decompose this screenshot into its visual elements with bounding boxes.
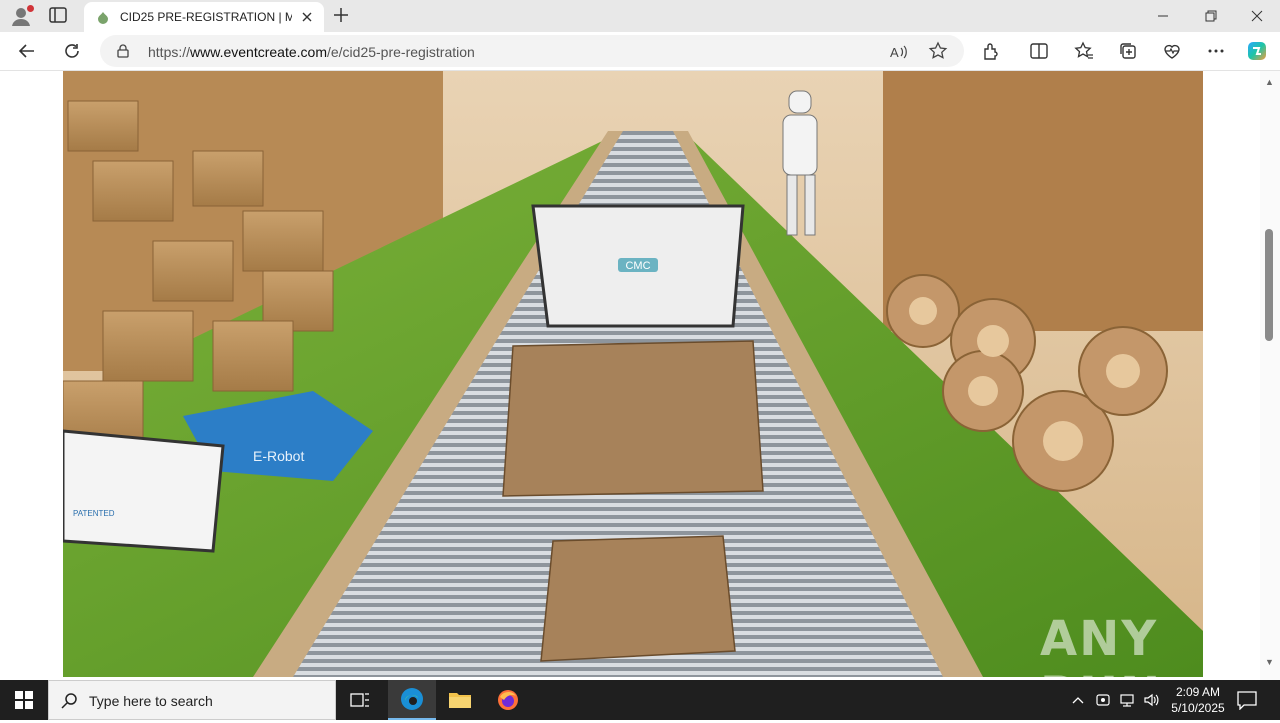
svg-text:E-Robot: E-Robot (253, 448, 304, 464)
collections-icon[interactable] (1117, 40, 1139, 62)
firefox-taskbar-app[interactable] (484, 680, 532, 720)
favorites-icon[interactable] (1073, 40, 1095, 62)
copilot-icon[interactable] (1246, 40, 1268, 62)
edge-taskbar-app[interactable] (388, 680, 436, 720)
svg-text:PATENTED: PATENTED (73, 509, 115, 518)
search-placeholder: Type here to search (89, 693, 213, 709)
security-tray-icon[interactable] (1093, 690, 1113, 710)
start-button[interactable] (0, 680, 48, 720)
task-view-icon (350, 693, 369, 707)
split-screen-icon[interactable] (1028, 40, 1050, 62)
edge-icon (401, 688, 423, 710)
read-aloud-icon[interactable]: A (888, 42, 908, 62)
svg-text:CMC: CMC (625, 260, 650, 272)
refresh-button[interactable] (61, 40, 83, 62)
more-options-icon[interactable] (1205, 40, 1227, 62)
clock-date: 5/10/2025 (1171, 701, 1225, 715)
lock-icon[interactable] (116, 44, 130, 58)
svg-text:A: A (890, 45, 899, 60)
windows-taskbar: Type here to search 2:09 AM 5/10/2025 (0, 680, 1280, 720)
network-tray-icon[interactable] (1117, 690, 1137, 710)
tab-title: CID25 PRE-REGISTRATION | May (120, 10, 292, 24)
taskbar-search-box[interactable]: Type here to search (48, 680, 336, 720)
tab-actions-icon[interactable] (48, 6, 72, 26)
site-favicon-icon (98, 12, 108, 24)
file-explorer-taskbar-app[interactable] (436, 680, 484, 720)
search-icon (61, 693, 77, 709)
browser-toolbar: https://www.eventcreate.com/e/cid25-pre-… (0, 32, 1280, 70)
profile-icon[interactable] (10, 5, 34, 27)
minimize-button[interactable] (1140, 0, 1186, 32)
browser-tab-bar: CID25 PRE-REGISTRATION | May (0, 0, 1280, 32)
page-content: CMC E-Robot PATENTED ANY RUN ▲ ▼ (0, 70, 1280, 723)
back-button[interactable] (16, 40, 38, 62)
hero-image: CMC E-Robot PATENTED (63, 71, 1203, 677)
extensions-icon[interactable] (980, 40, 1002, 62)
scroll-down-icon[interactable]: ▼ (1265, 657, 1274, 667)
folder-icon (449, 693, 471, 708)
restore-button[interactable] (1188, 0, 1234, 32)
task-view-button[interactable] (336, 680, 384, 720)
volume-tray-icon[interactable] (1141, 690, 1161, 710)
address-bar[interactable]: https://www.eventcreate.com/e/cid25-pre-… (100, 35, 964, 67)
active-tab[interactable]: CID25 PRE-REGISTRATION | May (84, 2, 324, 32)
windows-logo-icon (15, 691, 33, 709)
tab-close-icon[interactable] (300, 10, 314, 24)
favorite-star-icon[interactable] (928, 41, 948, 61)
url-text[interactable]: https://www.eventcreate.com/e/cid25-pre-… (148, 44, 475, 60)
close-window-button[interactable] (1234, 0, 1280, 32)
performance-icon[interactable] (1161, 40, 1183, 62)
clock-time: 2:09 AM (1175, 685, 1221, 699)
scroll-up-icon[interactable]: ▲ (1265, 77, 1274, 87)
page-scrollbar[interactable]: ▲ ▼ (1260, 71, 1280, 681)
new-tab-icon[interactable] (332, 6, 350, 24)
system-clock[interactable]: 2:09 AM 5/10/2025 (1160, 684, 1236, 716)
tray-overflow-icon[interactable] (1068, 690, 1088, 710)
firefox-icon (498, 690, 518, 710)
notifications-icon[interactable] (1236, 690, 1258, 710)
scrollbar-thumb[interactable] (1265, 229, 1273, 341)
